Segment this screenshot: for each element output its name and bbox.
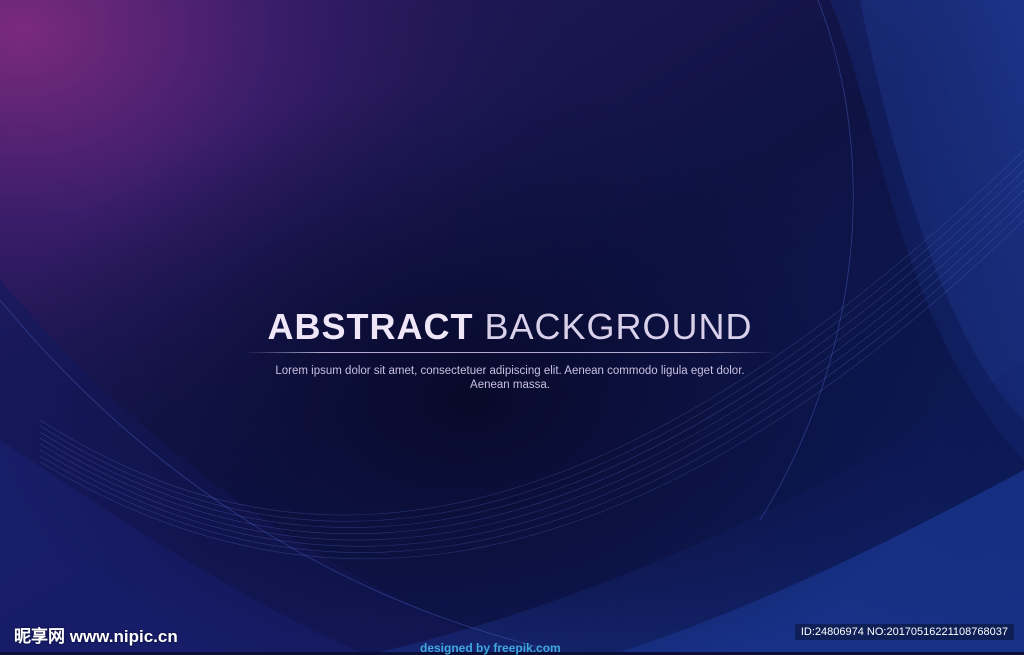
title-light: BACKGROUND: [484, 306, 753, 347]
subtitle-text: Lorem ipsum dolor sit amet, consectetuer…: [275, 365, 745, 391]
title-block: ABSTRACT BACKGROUND: [244, 306, 776, 348]
site-watermark: 昵享网 www.nipic.cn: [14, 627, 178, 646]
page-title: ABSTRACT BACKGROUND: [244, 306, 776, 348]
image-id-watermark: ID:24806974 NO:20170516221108768037: [794, 624, 1014, 640]
designer-credit: designed by freepik.com: [420, 641, 561, 655]
title-strong: ABSTRACT: [267, 306, 474, 347]
credit-text: designed by freepik.com: [420, 641, 561, 655]
title-divider: [244, 352, 776, 353]
